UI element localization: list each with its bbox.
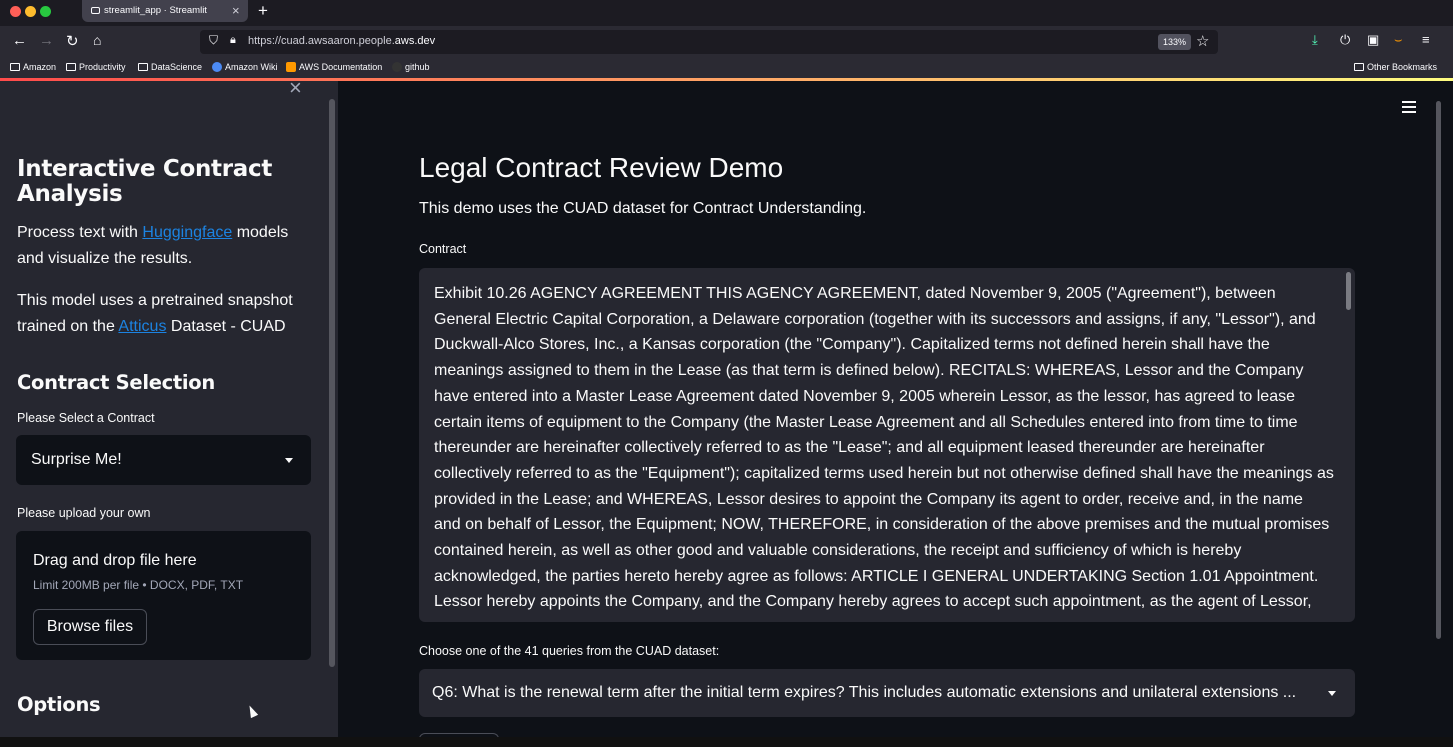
upload-label: Please upload your own [17, 506, 151, 520]
contract-label: Contract [419, 242, 467, 256]
shield-icon[interactable]: ⛉ [209, 33, 218, 48]
folder-icon [10, 63, 20, 71]
bookmark-star-icon[interactable]: ☆ [1196, 32, 1209, 50]
contract-selection-heading: Contract Selection [17, 371, 215, 394]
options-heading: Options [17, 693, 101, 716]
aws-icon [286, 62, 296, 72]
tab-favicon-icon [91, 7, 100, 14]
browse-files-button[interactable]: Browse files [33, 609, 147, 645]
sidebar-title: Interactive Contract Analysis [17, 156, 273, 207]
url-text[interactable]: https://cuad.awsaaron.people.aws.dev [248, 35, 435, 47]
folder-icon [1354, 63, 1364, 71]
forward-icon[interactable]: → [39, 32, 54, 49]
sidebar-scrollbar[interactable] [329, 99, 335, 667]
upload-limits: Limit 200MB per file • DOCX, PDF, TXT [33, 578, 244, 592]
bookmark-productivity[interactable]: Productivity [66, 62, 126, 72]
query-select[interactable]: Q6: What is the renewal term after the i… [419, 669, 1355, 717]
navigation-bar: ← → ↻ ⌂ ⛉ 🔒︎ https://cuad.awsaaron.peopl… [0, 26, 1453, 58]
reload-icon[interactable]: ↻ [66, 32, 79, 50]
query-select-value: Q6: What is the renewal term after the i… [432, 684, 1297, 701]
sidebar-model-info: This model uses a pretrained snapshot tr… [17, 292, 293, 335]
select-contract-label: Please Select a Contract [17, 411, 155, 425]
downloads-icon[interactable]: ⤓ [1312, 32, 1318, 48]
bookmarks-bar: Amazon Productivity DataScience Amazon W… [0, 58, 1453, 78]
power-icon[interactable]: ⏻ [1340, 32, 1350, 48]
textarea-scrollbar[interactable] [1346, 272, 1351, 310]
sidebar: × Interactive Contract Analysis Process … [0, 81, 338, 737]
bookmark-github[interactable]: github [392, 62, 430, 72]
url-bar[interactable]: ⛉ 🔒︎ https://cuad.awsaaron.people.aws.de… [200, 30, 1218, 54]
contract-textarea[interactable]: Exhibit 10.26 AGENCY AGREEMENT THIS AGEN… [419, 268, 1355, 622]
dock [0, 737, 1453, 747]
tab-strip: streamlit_app · Streamlit × + [0, 0, 1453, 24]
contract-select-value: Surprise Me! [31, 451, 122, 468]
amazon-extension-icon[interactable]: ⌣ [1394, 32, 1403, 48]
file-uploader[interactable]: Drag and drop file here Limit 200MB per … [16, 531, 311, 660]
github-icon [392, 62, 402, 72]
chevron-down-icon [1328, 691, 1336, 696]
mouse-cursor-icon [245, 703, 259, 719]
zoom-badge[interactable]: 133% [1158, 34, 1192, 50]
wiki-icon [212, 62, 222, 72]
bookmark-amazon[interactable]: Amazon [10, 62, 56, 72]
minimize-window-icon[interactable] [25, 6, 36, 17]
atticus-link[interactable]: Atticus [118, 318, 166, 335]
tab-title: streamlit_app · Streamlit [104, 5, 207, 16]
menu-icon[interactable]: ≡ [1422, 32, 1430, 47]
folder-icon [66, 63, 76, 71]
page-title: Legal Contract Review Demo [419, 152, 784, 183]
bookmark-datascience[interactable]: DataScience [138, 62, 202, 72]
chevron-down-icon [285, 458, 293, 463]
query-label: Choose one of the 41 queries from the CU… [419, 644, 720, 658]
bookmark-other[interactable]: Other Bookmarks [1354, 62, 1437, 72]
sidebar-close-icon[interactable]: × [289, 81, 302, 101]
sidebar-intro: Process text with Huggingface models and… [17, 224, 289, 267]
bookmark-amazon-wiki[interactable]: Amazon Wiki [212, 62, 278, 72]
page-subtitle: This demo uses the CUAD dataset for Cont… [419, 200, 867, 217]
tab-close-icon[interactable]: × [232, 3, 240, 18]
close-window-icon[interactable] [10, 6, 21, 17]
main-scrollbar[interactable] [1436, 101, 1441, 639]
main-content: Legal Contract Review Demo This demo use… [338, 81, 1453, 737]
lock-icon[interactable]: 🔒︎ [230, 34, 236, 47]
new-tab-icon[interactable]: + [258, 1, 268, 21]
back-icon[interactable]: ← [12, 32, 27, 49]
maximize-window-icon[interactable] [40, 6, 51, 17]
extension-icon[interactable]: ▣ [1367, 32, 1379, 48]
folder-icon [138, 63, 148, 71]
upload-dropzone-title: Drag and drop file here [33, 552, 197, 569]
bookmark-aws-documentation[interactable]: AWS Documentation [286, 62, 382, 72]
contract-text[interactable]: Exhibit 10.26 AGENCY AGREEMENT THIS AGEN… [434, 281, 1334, 615]
huggingface-link[interactable]: Huggingface [142, 224, 232, 241]
browser-window: streamlit_app · Streamlit × + ← → ↻ ⌂ ⛉ … [0, 0, 1453, 747]
browser-tab[interactable]: streamlit_app · Streamlit × [82, 0, 248, 22]
home-icon[interactable]: ⌂ [93, 32, 101, 48]
hamburger-menu-icon[interactable] [1402, 101, 1416, 116]
contract-select[interactable]: Surprise Me! [16, 435, 311, 485]
